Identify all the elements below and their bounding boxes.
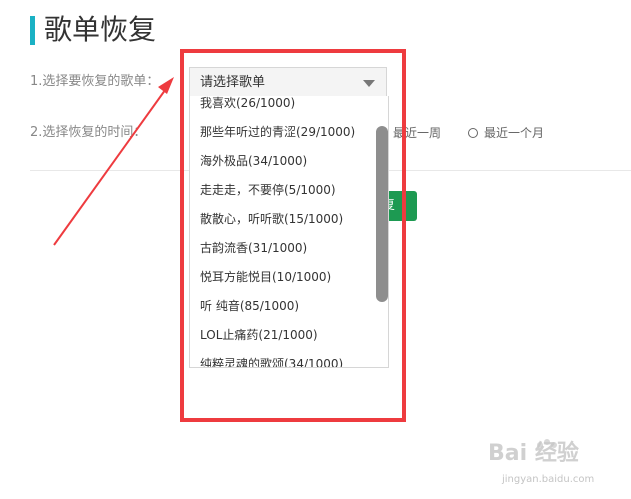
radio-last-month[interactable]: 最近一个月 [468,124,544,142]
radio-circle-icon [468,128,478,138]
red-highlight-box [180,49,406,422]
select-playlist-label: 1.选择要恢复的歌单： [30,74,160,89]
page-title: 歌单恢复 [44,13,157,46]
radio-last-month-label: 最近一个月 [484,126,545,140]
page: 歌单恢复 1.选择要恢复的歌单： 2.选择恢复的时间： 最近一周 最近一个月 复… [0,0,631,499]
baidu-watermark: Bai 经验 jingyan.baidu.com [480,437,610,495]
watermark-text: Bai 经验 [488,441,579,466]
title-accent-bar [30,16,35,45]
watermark-url: jingyan.baidu.com [502,474,595,485]
select-time-label: 2.选择恢复的时间： [30,125,147,140]
